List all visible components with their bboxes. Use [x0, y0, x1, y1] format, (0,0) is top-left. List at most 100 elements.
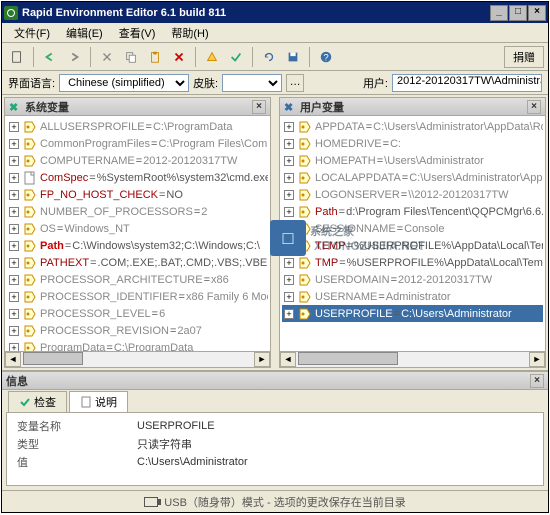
menu-file[interactable]: 文件(F)	[6, 23, 58, 43]
refresh-button[interactable]	[258, 46, 280, 68]
var-row[interactable]: +ComSpec=%SystemRoot%\system32\cmd.exe	[7, 169, 268, 186]
expand-button[interactable]: +	[284, 173, 294, 183]
help-button[interactable]: ?	[315, 46, 337, 68]
expand-button[interactable]: +	[284, 275, 294, 285]
var-row[interactable]: +HOMEDRIVE=C:	[282, 135, 543, 152]
var-row[interactable]: +COMPUTERNAME=2012-20120317TW	[7, 152, 268, 169]
var-value: 2012-20120317TW	[143, 155, 237, 167]
expand-button[interactable]: +	[9, 241, 19, 251]
delete-button[interactable]	[168, 46, 190, 68]
var-row[interactable]: +PROCESSOR_REVISION=2a07	[7, 322, 268, 339]
var-row[interactable]: +USERDOMAIN=2012-20120317TW	[282, 271, 543, 288]
expand-button[interactable]: +	[284, 258, 294, 268]
expand-button[interactable]: +	[9, 156, 19, 166]
check-button[interactable]	[225, 46, 247, 68]
hscrollbar[interactable]: ◄ ►	[280, 351, 545, 367]
expand-button[interactable]: +	[9, 258, 19, 268]
var-row[interactable]: +OS=Windows_NT	[7, 220, 268, 237]
skin-select[interactable]	[222, 74, 282, 92]
var-row[interactable]: +PROCESSOR_IDENTIFIER=x86 Family 6 Model…	[7, 288, 268, 305]
scroll-thumb[interactable]	[23, 352, 83, 365]
scroll-left[interactable]: ◄	[280, 352, 296, 367]
var-row[interactable]: +USERNAME=Administrator	[282, 288, 543, 305]
expand-button[interactable]: +	[9, 207, 19, 217]
var-value: C:\ProgramData	[153, 121, 232, 133]
system-vars-list[interactable]: +ALLUSERSPROFILE=C:\ProgramData+CommonPr…	[5, 116, 270, 351]
cleanup-button[interactable]	[201, 46, 223, 68]
cut-button[interactable]	[96, 46, 118, 68]
panel-close-button[interactable]: ×	[252, 100, 266, 114]
save-button[interactable]	[282, 46, 304, 68]
var-row[interactable]: +HOMEPATH=\Users\Administrator	[282, 152, 543, 169]
expand-button[interactable]: +	[9, 275, 19, 285]
var-row[interactable]: +TEMP=%USERPROFILE%\AppData\Local\Temp	[282, 237, 543, 254]
expand-button[interactable]: +	[284, 190, 294, 200]
new-button[interactable]	[6, 46, 28, 68]
expand-button[interactable]: +	[9, 224, 19, 234]
var-value: 2a07	[177, 325, 201, 337]
expand-button[interactable]: +	[284, 292, 294, 302]
var-row[interactable]: +ProgramData=C:\ProgramData	[7, 339, 268, 351]
skin-more-button[interactable]: …	[286, 74, 304, 92]
language-select[interactable]: Chinese (simplified)	[59, 74, 189, 92]
var-row[interactable]: +PROCESSOR_LEVEL=6	[7, 305, 268, 322]
skin-label: 皮肤:	[193, 75, 218, 91]
expand-button[interactable]: +	[9, 139, 19, 149]
expand-button[interactable]: +	[9, 343, 19, 352]
expand-button[interactable]: +	[284, 207, 294, 217]
tab-description[interactable]: 说明	[69, 391, 128, 412]
expand-button[interactable]: +	[284, 156, 294, 166]
var-row[interactable]: +APPDATA=C:\Users\Administrator\AppData\…	[282, 118, 543, 135]
expand-button[interactable]: +	[284, 122, 294, 132]
var-row[interactable]: +FP_NO_HOST_CHECK=NO	[7, 186, 268, 203]
expand-button[interactable]: +	[9, 326, 19, 336]
var-row[interactable]: +CommonProgramFiles=C:\Program Files\Com…	[7, 135, 268, 152]
redo-button[interactable]	[63, 46, 85, 68]
var-row[interactable]: +Path=C:\Windows\system32;C:\Windows;C:\	[7, 237, 268, 254]
var-row[interactable]: +TMP=%USERPROFILE%\AppData\Local\Temp	[282, 254, 543, 271]
status-bar: USB（随身带）模式 - 选项的更改保存在当前目录	[2, 490, 548, 512]
undo-button[interactable]	[39, 46, 61, 68]
splitter[interactable]	[273, 95, 277, 370]
var-row[interactable]: +Path=d:\Program Files\Tencent\QQPCMgr\6…	[282, 203, 543, 220]
close-button[interactable]: ×	[528, 5, 546, 21]
scroll-left[interactable]: ◄	[5, 352, 21, 367]
scroll-right[interactable]: ►	[254, 352, 270, 367]
paste-button[interactable]	[144, 46, 166, 68]
user-field[interactable]: 2012-20120317TW\Administrato	[392, 74, 542, 92]
info-close-button[interactable]: ×	[530, 374, 544, 388]
var-row[interactable]: +ALLUSERSPROFILE=C:\ProgramData	[7, 118, 268, 135]
var-row[interactable]: +PROCESSOR_ARCHITECTURE=x86	[7, 271, 268, 288]
svg-text:?: ?	[323, 52, 328, 63]
var-row[interactable]: +SESSIONNAME=Console	[282, 220, 543, 237]
maximize-button[interactable]: □	[509, 5, 527, 21]
var-row[interactable]: +LOCALAPPDATA=C:\Users\Administrator\App…	[282, 169, 543, 186]
panel-close-button[interactable]: ×	[527, 100, 541, 114]
var-row[interactable]: +NUMBER_OF_PROCESSORS=2	[7, 203, 268, 220]
scroll-right[interactable]: ►	[529, 352, 545, 367]
minimize-button[interactable]: _	[490, 5, 508, 21]
var-row[interactable]: +PATHEXT=.COM;.EXE;.BAT;.CMD;.VBS;.VBE;.…	[7, 254, 268, 271]
var-row[interactable]: +LOGONSERVER=\\2012-20120317TW	[282, 186, 543, 203]
expand-button[interactable]: +	[284, 309, 294, 319]
menu-edit[interactable]: 编辑(E)	[58, 23, 111, 43]
menu-help[interactable]: 帮助(H)	[163, 23, 216, 43]
hscrollbar[interactable]: ◄ ►	[5, 351, 270, 367]
expand-button[interactable]: +	[9, 122, 19, 132]
expand-button[interactable]: +	[9, 309, 19, 319]
menu-view[interactable]: 查看(V)	[111, 23, 164, 43]
tab-check[interactable]: 检查	[8, 391, 67, 412]
var-icon	[23, 205, 37, 219]
expand-button[interactable]: +	[284, 241, 294, 251]
var-row[interactable]: +USERPROFILE=C:\Users\Administrator	[282, 305, 543, 322]
expand-button[interactable]: +	[9, 173, 19, 183]
scroll-thumb[interactable]	[298, 352, 398, 365]
donate-button[interactable]: 捐赠	[504, 46, 544, 68]
expand-button[interactable]: +	[9, 292, 19, 302]
copy-button[interactable]	[120, 46, 142, 68]
expand-button[interactable]: +	[9, 190, 19, 200]
expand-button[interactable]: +	[284, 139, 294, 149]
expand-button[interactable]: +	[284, 224, 294, 234]
user-vars-list[interactable]: +APPDATA=C:\Users\Administrator\AppData\…	[280, 116, 545, 351]
var-key: CommonProgramFiles	[40, 138, 150, 150]
